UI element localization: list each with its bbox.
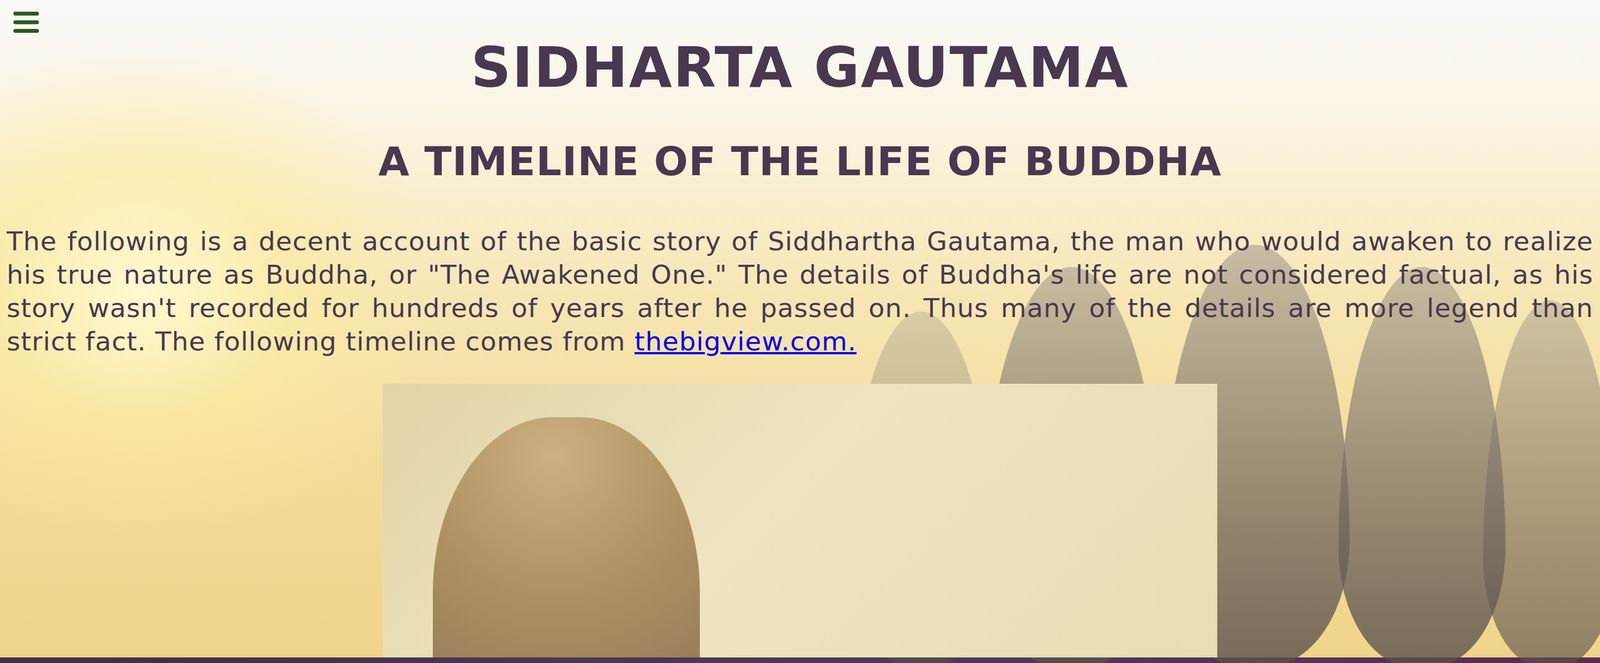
page-subtitle: A TIMELINE OF THE LIFE OF BUDDHA bbox=[0, 136, 1600, 186]
quote-photo bbox=[382, 383, 1218, 658]
header: SIDHARTA GAUTAMA A TIMELINE OF THE LIFE O… bbox=[0, 0, 1600, 186]
hamburger-icon bbox=[12, 10, 41, 35]
intro-paragraph: The following is a decent account of the… bbox=[6, 224, 1594, 359]
source-link[interactable]: thebigview.com. bbox=[634, 326, 857, 357]
footer-strip bbox=[0, 657, 1600, 663]
page: SIDHARTA GAUTAMA A TIMELINE OF THE LIFE O… bbox=[0, 0, 1600, 663]
menu-button[interactable] bbox=[12, 10, 41, 37]
photo-area bbox=[0, 383, 1600, 658]
page-title: SIDHARTA GAUTAMA bbox=[0, 34, 1600, 102]
buddha-head bbox=[432, 417, 700, 658]
